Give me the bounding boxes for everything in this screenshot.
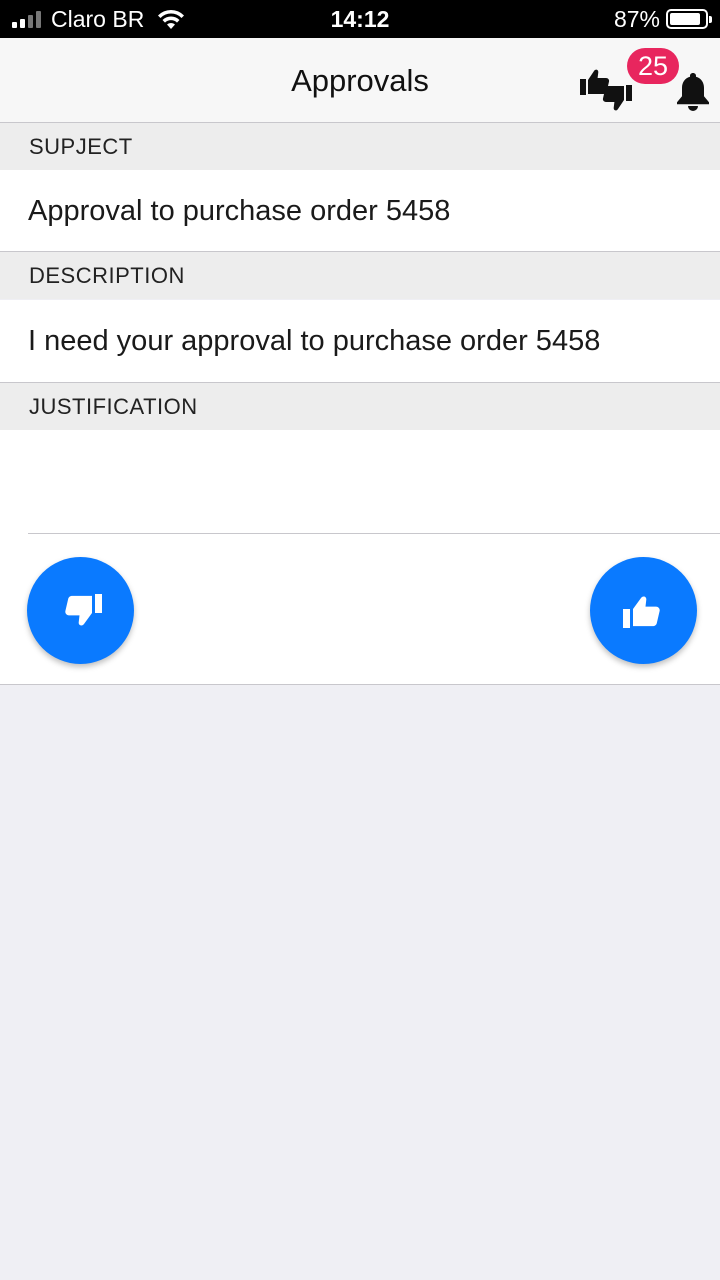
justification-input[interactable] [28,430,720,534]
thumbs-down-icon [64,593,102,625]
reject-button[interactable] [27,557,134,664]
battery-icon [666,9,712,29]
approve-button[interactable] [590,557,697,664]
battery-fill [670,13,700,25]
description-header: DESCRIPTION [0,252,720,299]
status-time: 14:12 [330,6,390,32]
empty-background [0,686,720,1280]
status-bar: Claro BR 14:12 87% [0,0,720,38]
subject-header: SUPJECT [0,123,720,170]
navigation-bar: Approvals 25 [0,38,720,123]
subject-value: Approval to purchase order 5458 [0,170,720,252]
thumbs-up-down-icon[interactable] [578,64,634,116]
status-right: 87% [613,0,712,38]
justification-header: JUSTIFICATION [0,383,720,430]
justification-section [0,430,720,685]
battery-percent: 87% [613,5,660,32]
thumbs-up-icon [622,596,660,628]
description-value: I need your approval to purchase order 5… [0,300,720,383]
bell-icon[interactable] [674,70,712,112]
notification-badge: 25 [627,48,679,84]
